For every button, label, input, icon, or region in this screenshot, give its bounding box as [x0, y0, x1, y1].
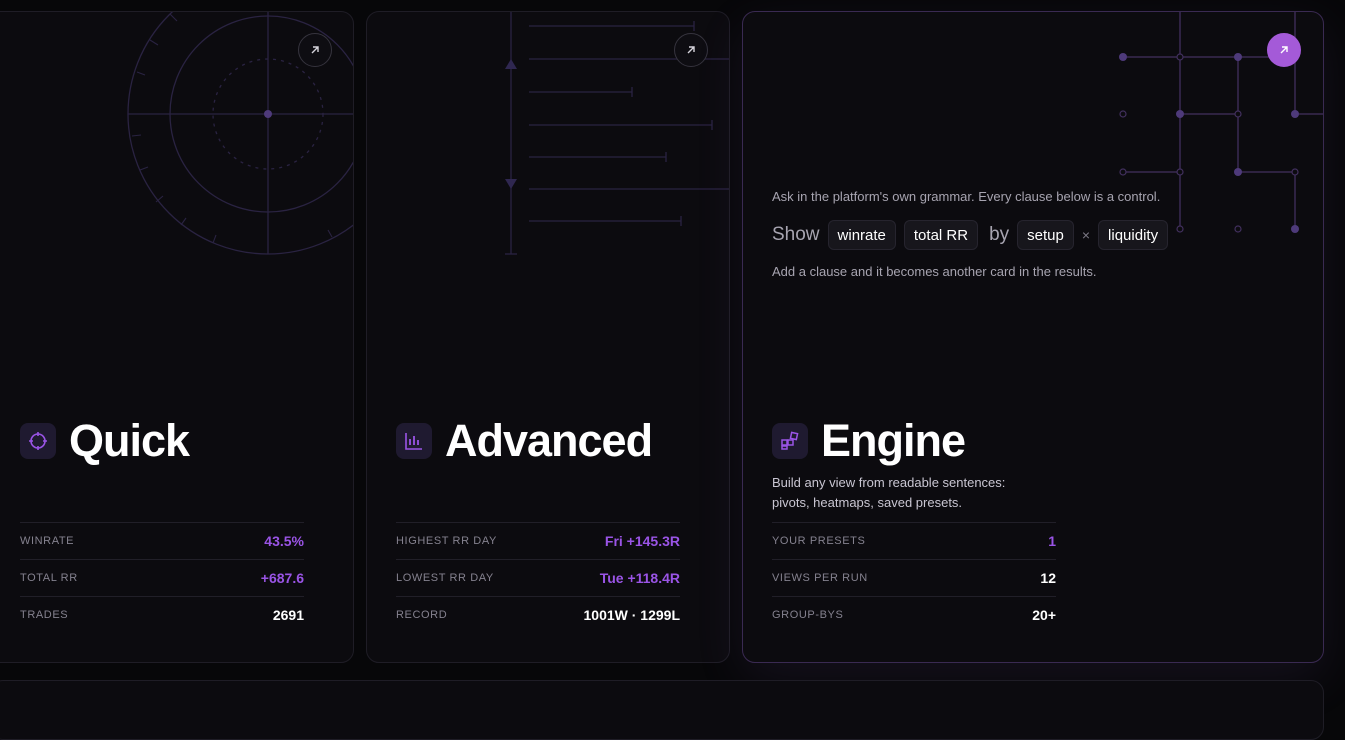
stat-value: 43.5%	[264, 533, 304, 549]
grammar-sentence: Show winrate total RR by setup × liquidi…	[772, 220, 1176, 250]
stat-value: 1001W · 1299L	[583, 607, 681, 623]
stat-row-trades: TRADES 2691	[20, 596, 304, 633]
stat-row-views-per-run: VIEWS PER RUN 12	[772, 559, 1056, 596]
engine-after-text: Add a clause and it becomes another card…	[772, 264, 1097, 279]
card-title: Quick	[69, 415, 190, 466]
open-advanced-button[interactable]	[674, 33, 708, 67]
open-quick-button[interactable]	[298, 33, 332, 67]
card-title: Advanced	[445, 415, 653, 466]
stat-value: +687.6	[260, 570, 304, 586]
stat-value: 12	[1040, 570, 1056, 586]
quick-title-row: Quick	[20, 415, 190, 466]
blocks-icon	[772, 422, 808, 459]
stat-value: 20+	[1032, 607, 1056, 623]
advanced-card[interactable]: Advanced HIGHEST RR DAY Fri +145.3R LOWE…	[366, 11, 730, 663]
stat-value: Fri +145.3R	[604, 533, 680, 549]
arrow-up-right-icon	[687, 46, 695, 54]
engine-card[interactable]: Ask in the platform's own grammar. Every…	[742, 11, 1324, 663]
stat-row-total-rr: TOTAL RR +687.6	[20, 559, 304, 596]
stat-label: GROUP-BYS	[772, 609, 844, 621]
stat-label: LOWEST RR DAY	[396, 572, 494, 584]
stat-label: RECORD	[396, 609, 448, 621]
grammar-word-show: Show	[772, 224, 820, 245]
next-section-card	[0, 680, 1324, 740]
chip-total-rr[interactable]: total RR	[903, 220, 979, 250]
stat-row-record: RECORD 1001W · 1299L	[396, 596, 680, 633]
engine-title-row: Engine	[772, 415, 966, 466]
stat-value: 1	[1048, 533, 1056, 549]
engine-stats: YOUR PRESETS 1 VIEWS PER RUN 12 GROUP-BY…	[772, 522, 1056, 633]
engine-description: Build any view from readable sentences: …	[772, 475, 1006, 510]
stat-value: 2691	[272, 607, 304, 623]
quick-stats: WINRATE 43.5% TOTAL RR +687.6 TRADES 269…	[20, 522, 304, 633]
stat-value: Tue +118.4R	[599, 570, 680, 586]
stat-label: HIGHEST RR DAY	[396, 535, 497, 547]
crosshair-icon	[20, 422, 56, 459]
stat-row-highest-rr-day: HIGHEST RR DAY Fri +145.3R	[396, 522, 680, 559]
chip-setup[interactable]: setup	[1017, 220, 1074, 250]
stat-label: TOTAL RR	[20, 572, 78, 584]
quick-card[interactable]: Quick WINRATE 43.5% TOTAL RR +687.6 TRAD…	[0, 11, 354, 663]
stat-label: YOUR PRESETS	[772, 535, 866, 547]
advanced-title-row: Advanced	[396, 415, 653, 466]
chip-winrate[interactable]: winrate	[827, 220, 896, 250]
open-engine-button[interactable]	[1267, 33, 1301, 67]
stat-row-group-bys: GROUP-BYS 20+	[772, 596, 1056, 633]
arrow-up-right-icon	[311, 46, 319, 54]
times-icon: ×	[1081, 227, 1091, 243]
engine-intro-text: Ask in the platform's own grammar. Every…	[772, 189, 1161, 204]
grammar-word-by: by	[989, 224, 1010, 245]
card-title: Engine	[821, 415, 966, 466]
stat-row-winrate: WINRATE 43.5%	[20, 522, 304, 559]
stat-label: WINRATE	[20, 535, 75, 547]
arrow-up-right-icon	[1280, 46, 1288, 54]
chart-bars-icon	[396, 422, 432, 459]
stat-row-lowest-rr-day: LOWEST RR DAY Tue +118.4R	[396, 559, 680, 596]
stat-label: VIEWS PER RUN	[772, 572, 868, 584]
stat-label: TRADES	[20, 609, 69, 621]
chip-liquidity[interactable]: liquidity	[1098, 220, 1169, 250]
advanced-stats: HIGHEST RR DAY Fri +145.3R LOWEST RR DAY…	[396, 522, 680, 633]
stat-row-your-presets: YOUR PRESETS 1	[772, 522, 1056, 559]
